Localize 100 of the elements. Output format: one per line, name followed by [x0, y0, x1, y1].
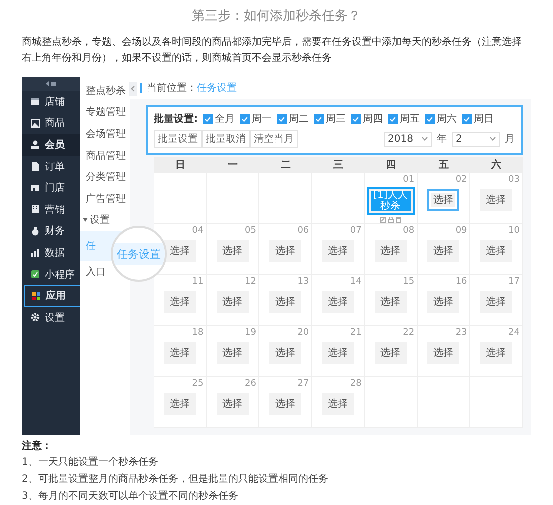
choose-button[interactable]: 选择 — [322, 291, 354, 313]
checkbox[interactable] — [240, 114, 250, 124]
checkbox[interactable] — [351, 114, 361, 124]
choose-button[interactable]: 选择 — [164, 291, 196, 313]
choose-button[interactable]: 选择 — [322, 393, 354, 415]
unit-label: 年 — [437, 133, 447, 146]
choose-button[interactable]: 选择 — [374, 291, 407, 313]
lock-icon[interactable] — [388, 217, 394, 223]
sidebar-item[interactable]: 财务 — [22, 220, 80, 242]
submenu-item[interactable]: 专题管理 — [86, 105, 126, 120]
checkbox-label: 全月 — [215, 113, 235, 126]
day-number: 18 — [192, 328, 204, 339]
submenu-item[interactable]: 入口 — [86, 264, 106, 279]
day-number: 12 — [244, 277, 256, 288]
checkbox[interactable] — [203, 114, 213, 124]
choose-button[interactable]: 选择 — [322, 342, 354, 364]
sidebar-item[interactable]: 门店 — [22, 177, 80, 199]
day-number: 09 — [456, 226, 468, 237]
caret-icon — [83, 218, 88, 222]
weekday-header: 三 — [312, 157, 365, 173]
day-number: 11 — [192, 277, 204, 288]
weekday-header: 日 — [154, 157, 207, 173]
choose-button[interactable]: 选择 — [480, 240, 512, 262]
day-number: 15 — [403, 277, 415, 288]
choose-button[interactable]: 选择 — [374, 240, 407, 262]
checkbox-label: 周四 — [363, 113, 383, 126]
sidebar-item[interactable]: 订单 — [22, 156, 80, 178]
sidebar-item[interactable]: 店铺 — [22, 91, 80, 113]
choose-button[interactable]: 选择 — [216, 342, 249, 364]
checkmark-icon — [353, 116, 359, 122]
day-number: 13 — [298, 277, 310, 288]
checkbox[interactable] — [462, 114, 472, 124]
choose-button[interactable]: 选择 — [480, 189, 512, 211]
day-number: 26 — [244, 379, 256, 390]
choose-button[interactable]: 选择 — [216, 291, 249, 313]
weekday-header: 六 — [470, 157, 523, 173]
choose-button[interactable]: 选择 — [269, 240, 302, 262]
image-icon — [31, 118, 40, 128]
checkbox[interactable] — [388, 114, 398, 124]
day-number: 16 — [456, 277, 468, 288]
sidebar-item[interactable]: 商品 — [22, 112, 80, 134]
checkbox-label: 周日 — [474, 113, 494, 126]
submenu-item[interactable]: 广告管理 — [86, 192, 126, 206]
choose-button[interactable]: 选择 — [427, 291, 460, 313]
checkbox-label: 周一 — [252, 113, 272, 126]
day-number: 20 — [298, 328, 310, 339]
sidebar-item[interactable]: 营销 — [22, 198, 80, 221]
day-number: 06 — [298, 226, 310, 237]
magnified-text: 任务设置 — [117, 246, 161, 262]
choose-button[interactable]: 选择 — [269, 342, 302, 364]
sidebar-item[interactable]: 会员 — [22, 134, 80, 156]
checkbox[interactable] — [425, 114, 435, 124]
choose-button[interactable]: 选择 — [164, 240, 196, 262]
trash-icon[interactable] — [396, 217, 402, 223]
submenu-item[interactable]: 整点秒杀 — [86, 84, 126, 98]
choose-button[interactable]: 选择 — [216, 393, 249, 415]
edit-icon[interactable] — [380, 217, 386, 223]
select-field[interactable]: 2018 — [384, 132, 432, 146]
choose-button[interactable]: 选择 — [322, 240, 354, 262]
day-number: 14 — [350, 277, 362, 288]
batch-button[interactable]: 批量取消 — [202, 130, 250, 148]
building-icon — [31, 205, 40, 214]
day-number: 08 — [403, 226, 415, 237]
select-field[interactable]: 2 — [452, 132, 500, 146]
choose-button[interactable]: 选择 — [164, 342, 196, 364]
weekday-header: 一 — [206, 157, 260, 173]
checkmark-icon — [427, 116, 433, 122]
submenu-item[interactable]: 分类管理 — [86, 170, 126, 184]
breadcrumb-label: 当前位置： — [147, 82, 197, 95]
checkbox[interactable] — [314, 114, 324, 124]
weekday-header: 二 — [259, 157, 312, 173]
checkbox[interactable] — [277, 114, 287, 124]
submenu-item[interactable]: 商品管理 — [86, 148, 126, 163]
bar-chart-icon — [31, 248, 40, 258]
batch-button[interactable]: 清空当月 — [250, 130, 298, 148]
batch-label: 批量设置: — [154, 112, 198, 126]
sidebar-item[interactable]: 小程序 — [22, 264, 80, 286]
choose-button[interactable]: 选择 — [269, 291, 302, 313]
choose-button[interactable]: 选择 — [216, 240, 249, 262]
choose-button[interactable]: 选择 — [269, 393, 302, 415]
choose-button[interactable]: 选择 — [480, 342, 512, 364]
collapse-tab[interactable] — [129, 82, 137, 96]
checkbox-label: 周二 — [289, 113, 309, 126]
day-number: 10 — [508, 226, 520, 237]
sidebar-item[interactable]: 设置 — [22, 306, 80, 329]
choose-button[interactable]: 选择 — [480, 291, 512, 313]
checkbox-label: 周三 — [326, 113, 346, 126]
sidebar-item[interactable]: 数据 — [22, 242, 80, 264]
choose-button[interactable]: 选择 — [427, 240, 460, 262]
choose-button[interactable]: 选择 — [374, 342, 407, 364]
choose-button[interactable]: 选择 — [427, 189, 460, 211]
collapse-icon — [46, 81, 56, 87]
day-number: 24 — [508, 328, 520, 339]
batch-button[interactable]: 批量设置 — [154, 130, 202, 148]
choose-button[interactable]: 选择 — [164, 393, 196, 415]
choose-button[interactable]: 选择 — [427, 342, 460, 364]
checkmark-icon — [390, 116, 396, 122]
submenu-group[interactable]: 设置 — [83, 213, 110, 228]
submenu-item[interactable]: 会场管理 — [86, 126, 126, 141]
checkbox-label: 周五 — [400, 113, 420, 126]
